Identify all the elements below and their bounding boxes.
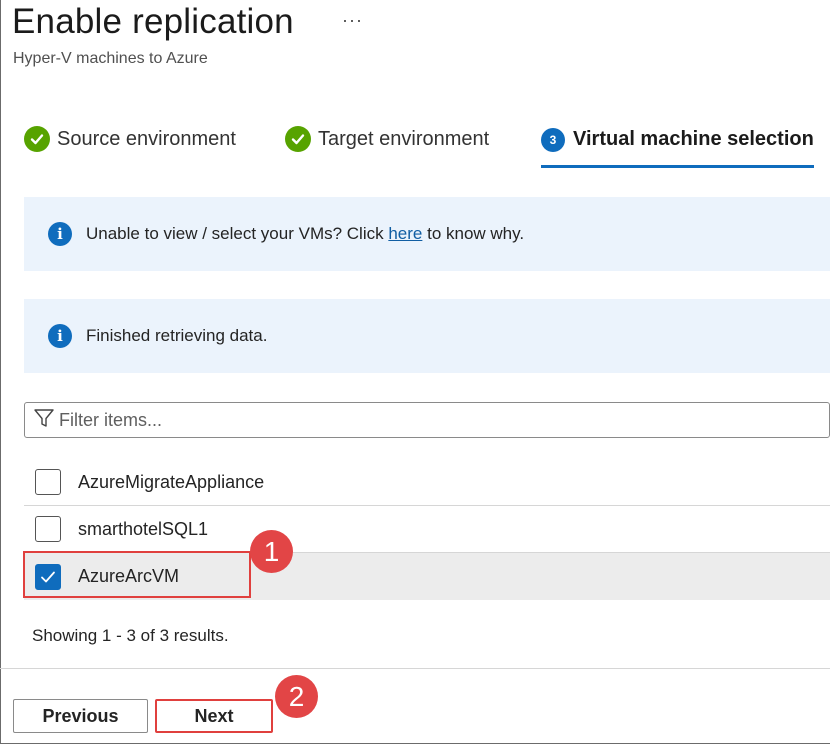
next-button[interactable]: Next bbox=[155, 699, 273, 733]
previous-button[interactable]: Previous bbox=[13, 699, 148, 733]
filter-icon bbox=[33, 407, 55, 434]
vm-list-item[interactable]: AzureMigrateAppliance bbox=[24, 459, 830, 506]
tab-label: Target environment bbox=[318, 128, 490, 150]
info-banner-status: i Finished retrieving data. bbox=[24, 299, 830, 373]
annotation-badge: 2 bbox=[275, 675, 318, 718]
page-subtitle: Hyper-V machines to Azure bbox=[13, 50, 208, 67]
annotation-highlight-box bbox=[23, 551, 251, 598]
tab-label: Virtual machine selection bbox=[573, 128, 814, 150]
info-icon: i bbox=[48, 324, 72, 348]
more-options-button[interactable]: ··· bbox=[342, 10, 363, 31]
footer-divider bbox=[0, 668, 830, 669]
vm-checkbox[interactable] bbox=[35, 516, 61, 542]
here-link[interactable]: here bbox=[388, 224, 422, 243]
check-icon bbox=[24, 126, 50, 152]
info-banner-text: Unable to view / select your VMs? Click … bbox=[86, 224, 525, 243]
info-icon: i bbox=[48, 222, 72, 246]
info-banner-vm-help: i Unable to view / select your VMs? Clic… bbox=[24, 197, 830, 271]
filter-input[interactable] bbox=[59, 409, 759, 431]
tab-label: Source environment bbox=[57, 128, 236, 150]
vm-name: AzureMigrateAppliance bbox=[78, 471, 265, 492]
filter-box[interactable] bbox=[24, 402, 830, 438]
tab-virtual-machine-selection[interactable]: 3 Virtual machine selection bbox=[541, 126, 814, 168]
tab-source-environment[interactable]: Source environment bbox=[24, 126, 254, 168]
check-icon bbox=[285, 126, 311, 152]
wizard-tabs: Source environment Target environment 3 … bbox=[24, 126, 830, 170]
vm-checkbox[interactable] bbox=[35, 469, 61, 495]
info-banner-text: Finished retrieving data. bbox=[86, 326, 268, 345]
vm-name: smarthotelSQL1 bbox=[78, 518, 209, 539]
tab-target-environment[interactable]: Target environment bbox=[285, 126, 515, 168]
results-count: Showing 1 - 3 of 3 results. bbox=[32, 626, 229, 645]
step-number-badge: 3 bbox=[541, 128, 565, 152]
page-title: Enable replication bbox=[12, 2, 294, 41]
annotation-badge: 1 bbox=[250, 530, 293, 573]
vm-list-item[interactable]: smarthotelSQL1 bbox=[24, 506, 830, 553]
